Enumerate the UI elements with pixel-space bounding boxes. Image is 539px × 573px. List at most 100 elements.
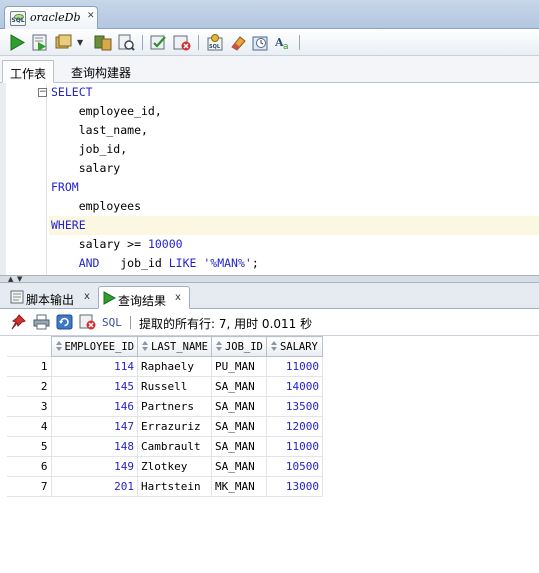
cell-employee-id[interactable]: 149 bbox=[50, 456, 139, 477]
autotrace-icon[interactable] bbox=[117, 34, 135, 51]
run-result-icon bbox=[103, 291, 116, 305]
explain-plan-icon[interactable] bbox=[94, 34, 112, 51]
table-row[interactable]: 6 149 Zlotkey SA_MAN 10500 bbox=[7, 456, 323, 477]
cell-employee-id[interactable]: 114 bbox=[50, 356, 139, 377]
cell-last-name[interactable]: Cambrault bbox=[137, 436, 212, 457]
code-line: AND job_id LIKE '%MAN%'; bbox=[78, 256, 259, 270]
document-tab-oracledb[interactable]: SQL oracleDb ✕ bbox=[4, 6, 98, 29]
row-number: 7 bbox=[7, 476, 52, 497]
sql-tuning-icon[interactable]: SQL bbox=[206, 34, 224, 51]
cell-last-name[interactable]: Russell bbox=[137, 376, 212, 397]
code-line: salary bbox=[51, 161, 121, 175]
table-row[interactable]: 5 148 Cambrault SA_MAN 11000 bbox=[7, 436, 323, 457]
results-toolbar: SQL 提取的所有行: 7, 用时 0.011 秒 bbox=[0, 309, 539, 336]
svg-text:SQL: SQL bbox=[209, 44, 221, 50]
table-row[interactable]: 2 145 Russell SA_MAN 14000 bbox=[7, 376, 323, 397]
code-line-current: WHERE bbox=[49, 216, 539, 235]
row-number: 4 bbox=[7, 416, 52, 437]
tab-worksheet[interactable]: 工作表 bbox=[2, 60, 55, 83]
tab-query-builder[interactable]: 查询构建器 bbox=[64, 60, 138, 83]
cell-last-name[interactable]: Hartstein bbox=[137, 476, 212, 497]
tab-query-result-label: 查询结果 bbox=[118, 294, 167, 308]
row-number: 3 bbox=[7, 396, 52, 417]
collapse-down-icon[interactable]: ▼ bbox=[17, 275, 22, 283]
cell-salary[interactable]: 14000 bbox=[265, 376, 323, 397]
fold-collapse-icon[interactable]: − bbox=[38, 88, 47, 97]
results-panel-tabs: 脚本输出 x 查询结果 x bbox=[0, 283, 539, 309]
tab-query-result[interactable]: 查询结果 x bbox=[98, 286, 190, 309]
toolbar-separator bbox=[198, 35, 199, 50]
close-icon[interactable]: ✕ bbox=[87, 11, 95, 21]
column-header-salary[interactable]: SALARY bbox=[265, 336, 323, 357]
sql-editor[interactable]: − SELECT employee_id, last_name, job_id,… bbox=[0, 83, 539, 275]
tab-script-output[interactable]: 脚本输出 x bbox=[4, 286, 96, 309]
sort-icon bbox=[270, 340, 277, 351]
tab-script-output-label: 脚本输出 bbox=[26, 293, 75, 307]
cell-salary[interactable]: 13000 bbox=[265, 476, 323, 497]
run-statement-icon[interactable] bbox=[8, 34, 26, 51]
cell-job-id[interactable]: SA_MAN bbox=[210, 436, 267, 457]
cell-employee-id[interactable]: 146 bbox=[50, 396, 139, 417]
cell-job-id[interactable]: SA_MAN bbox=[210, 456, 267, 477]
clear-icon[interactable] bbox=[229, 34, 247, 51]
close-icon[interactable]: x bbox=[84, 291, 90, 302]
format-icon[interactable]: A a bbox=[275, 34, 293, 51]
row-number: 6 bbox=[7, 456, 52, 477]
editor-results-splitter[interactable]: ▲ ▼ bbox=[0, 275, 539, 283]
cell-employee-id[interactable]: 201 bbox=[50, 476, 139, 497]
code-line: employee_id, bbox=[51, 104, 162, 118]
cell-job-id[interactable]: MK_MAN bbox=[210, 476, 267, 497]
cell-job-id[interactable]: SA_MAN bbox=[210, 376, 267, 397]
cell-last-name[interactable]: Zlotkey bbox=[137, 456, 212, 477]
collapse-up-icon[interactable]: ▲ bbox=[8, 275, 13, 283]
table-row[interactable]: 7 201 Hartstein MK_MAN 13000 bbox=[7, 476, 323, 497]
cell-last-name[interactable]: Raphaely bbox=[137, 356, 212, 377]
row-number: 1 bbox=[7, 356, 52, 377]
fetch-status-text: 提取的所有行: 7, 用时 0.011 秒 bbox=[139, 317, 313, 331]
sql-link[interactable]: SQL bbox=[102, 316, 122, 329]
cell-last-name[interactable]: Partners bbox=[137, 396, 212, 417]
cell-employee-id[interactable]: 145 bbox=[50, 376, 139, 397]
table-row[interactable]: 4 147 Errazuriz SA_MAN 12000 bbox=[7, 416, 323, 437]
cell-salary[interactable]: 11000 bbox=[265, 356, 323, 377]
svg-text:a: a bbox=[283, 42, 289, 51]
column-header-employee-id[interactable]: EMPLOYEE_ID bbox=[50, 336, 139, 357]
toolbar-separator bbox=[299, 35, 300, 50]
run-script-icon[interactable] bbox=[31, 34, 49, 51]
sort-icon bbox=[142, 340, 149, 351]
table-row[interactable]: 3 146 Partners SA_MAN 13500 bbox=[7, 396, 323, 417]
print-icon[interactable] bbox=[33, 314, 50, 330]
cancel-query-icon[interactable] bbox=[79, 314, 96, 330]
close-icon[interactable]: x bbox=[175, 292, 181, 303]
table-row[interactable]: 1 114 Raphaely PU_MAN 11000 bbox=[7, 356, 323, 377]
cell-job-id[interactable]: SA_MAN bbox=[210, 396, 267, 417]
rollback-icon[interactable] bbox=[173, 34, 191, 51]
document-tab-strip: SQL oracleDb ✕ bbox=[0, 0, 539, 29]
cell-salary[interactable]: 12000 bbox=[265, 416, 323, 437]
row-number: 2 bbox=[7, 376, 52, 397]
worksheet-toolbar: ▼ SQL A a bbox=[0, 29, 539, 56]
code-line: SELECT bbox=[51, 85, 93, 99]
cell-salary[interactable]: 10500 bbox=[265, 456, 323, 477]
refresh-icon[interactable] bbox=[56, 314, 73, 330]
cell-employee-id[interactable]: 147 bbox=[50, 416, 139, 437]
results-grid[interactable]: EMPLOYEE_ID LAST_NAME JOB_ID SALARY 1 11… bbox=[7, 336, 323, 497]
script-output-icon bbox=[10, 290, 24, 304]
cell-job-id[interactable]: PU_MAN bbox=[210, 356, 267, 377]
cell-salary[interactable]: 13500 bbox=[265, 396, 323, 417]
code-line: job_id, bbox=[51, 142, 128, 156]
column-header-job-id[interactable]: JOB_ID bbox=[210, 336, 267, 357]
pin-icon[interactable] bbox=[10, 314, 27, 330]
column-header-last-name[interactable]: LAST_NAME bbox=[137, 336, 212, 357]
cell-last-name[interactable]: Errazuriz bbox=[137, 416, 212, 437]
cell-job-id[interactable]: SA_MAN bbox=[210, 416, 267, 437]
code-line: FROM bbox=[51, 180, 79, 194]
cell-salary[interactable]: 11000 bbox=[265, 436, 323, 457]
cell-employee-id[interactable]: 148 bbox=[50, 436, 139, 457]
code-line: salary >= 10000 bbox=[51, 237, 183, 251]
commit-icon[interactable] bbox=[54, 34, 72, 51]
commit-check-icon[interactable] bbox=[150, 34, 168, 51]
dropdown-arrow-icon[interactable]: ▼ bbox=[77, 38, 95, 55]
history-icon[interactable] bbox=[252, 34, 270, 51]
toolbar-separator bbox=[142, 35, 143, 50]
